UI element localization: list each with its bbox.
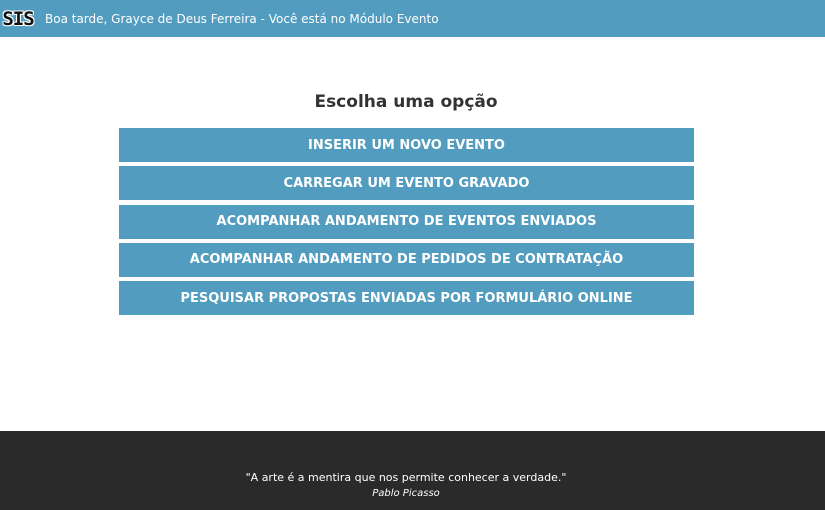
track-sent-events-button[interactable]: ACOMPANHAR ANDAMENTO DE EVENTOS ENVIADOS <box>119 204 694 239</box>
footer-quote-author: Pablo Picasso <box>372 488 440 499</box>
page-title: Escolha uma opção <box>314 92 498 112</box>
options-menu: INSERIR UM NOVO EVENTO CARREGAR UM EVENT… <box>119 128 694 319</box>
user-greeting: Boa tarde, Grayce de Deus Ferreira - Voc… <box>45 11 439 26</box>
load-saved-event-button[interactable]: CARREGAR UM EVENTO GRAVADO <box>119 166 694 201</box>
track-hiring-requests-button[interactable]: ACOMPANHAR ANDAMENTO DE PEDIDOS DE CONTR… <box>119 242 694 277</box>
footer-quote: "A arte é a mentira que nos permite conh… <box>245 471 567 484</box>
search-online-proposals-button[interactable]: PESQUISAR PROPOSTAS ENVIADAS POR FORMULÁ… <box>119 281 694 316</box>
insert-new-event-button[interactable]: INSERIR UM NOVO EVENTO <box>119 128 694 162</box>
main-content: Escolha uma opção INSERIR UM NOVO EVENTO… <box>0 37 825 431</box>
sis-logo[interactable]: SIS <box>0 0 36 37</box>
footer: "A arte é a mentira que nos permite conh… <box>0 431 825 510</box>
top-bar: SIS Boa tarde, Grayce de Deus Ferreira -… <box>0 0 825 37</box>
